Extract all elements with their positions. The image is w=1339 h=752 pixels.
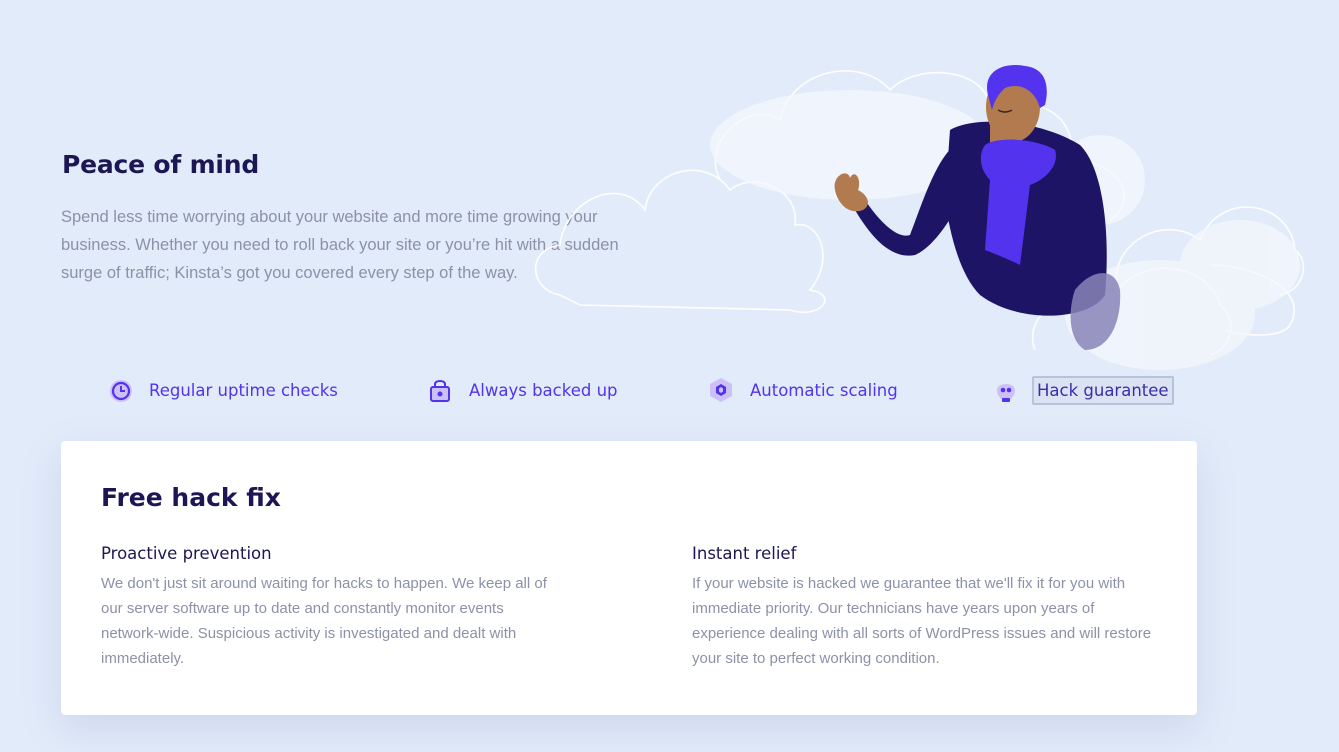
panel-column-right: Instant relief If your website is hacked… bbox=[692, 544, 1152, 671]
feature-tabs: Regular uptime checks Always backed up A… bbox=[0, 372, 1339, 416]
tab-always-backed-up[interactable]: Always backed up bbox=[426, 376, 621, 404]
tab-label: Regular uptime checks bbox=[149, 380, 338, 400]
tab-hack-guarantee[interactable]: Hack guarantee bbox=[992, 376, 1174, 405]
hack-skull-icon bbox=[992, 377, 1020, 405]
uptime-icon bbox=[106, 376, 134, 404]
meditating-man-illustration bbox=[534, 65, 1305, 370]
backup-lock-icon bbox=[426, 376, 454, 404]
page-title: Peace of mind bbox=[62, 150, 260, 179]
tab-regular-uptime-checks[interactable]: Regular uptime checks bbox=[106, 376, 341, 404]
column-body: We don't just sit around waiting for hac… bbox=[101, 575, 547, 667]
panel-column-left: Proactive prevention We don't just sit a… bbox=[101, 544, 561, 671]
scaling-hexagon-icon bbox=[707, 376, 735, 404]
column-heading: Proactive prevention bbox=[101, 544, 272, 563]
tab-label: Automatic scaling bbox=[750, 380, 898, 400]
tab-label: Always backed up bbox=[469, 380, 618, 400]
tab-label: Hack guarantee bbox=[1032, 376, 1174, 405]
column-heading: Instant relief bbox=[692, 544, 797, 563]
tab-automatic-scaling[interactable]: Automatic scaling bbox=[707, 376, 901, 404]
tab-panel-card: Free hack fix Proactive prevention We do… bbox=[61, 441, 1197, 715]
column-body: If your website is hacked we guarantee t… bbox=[692, 575, 1152, 667]
panel-title: Free hack fix bbox=[101, 483, 281, 512]
